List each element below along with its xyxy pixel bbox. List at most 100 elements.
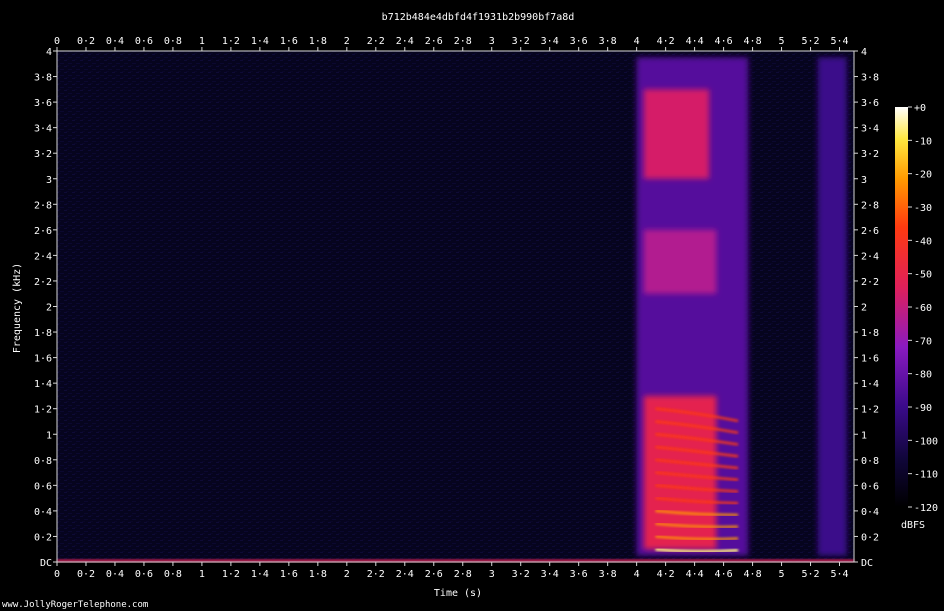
x-tick-label: 4·6 (715, 36, 733, 47)
x-tick-label: 2·6 (425, 36, 443, 47)
x-tick-label: 2·6 (425, 569, 443, 580)
x-tick-label: 4·6 (715, 569, 733, 580)
x-tick-label: 5·4 (830, 569, 848, 580)
y-axis-label: Frequency (kHz) (12, 263, 23, 353)
colorbar-tick-label: +0 (914, 103, 926, 114)
y-tick-label: 1 (46, 430, 52, 441)
x-tick-label: 2 (344, 569, 350, 580)
y-tick-label: 4 (46, 47, 52, 58)
y-tick-label: 0·4 (861, 507, 879, 518)
spectrogram-region (817, 57, 847, 556)
x-tick-label: 3 (489, 36, 495, 47)
y-tick-label: 3·2 (861, 149, 879, 160)
x-tick-label: 0 (54, 569, 60, 580)
chart-title: b712b484e4dbfd4f1931b2b990bf7a8d (382, 12, 575, 23)
y-tick-label: 2 (46, 303, 52, 314)
x-tick-label: 3·8 (599, 36, 617, 47)
x-axis-top: 0 0·2 0·4 0·6 0·8 1 1·2 1·4 1·6 1·8 2 2·2 2·4 2·6 2·8 3… (54, 36, 849, 51)
y-tick-label: 3 (46, 175, 52, 186)
y-tick-label: 3·8 (861, 73, 879, 84)
x-tick-label: 3·4 (541, 569, 559, 580)
x-tick-label: 3·2 (512, 569, 530, 580)
y-tick-label: 2 (861, 303, 867, 314)
x-tick-label: 3·2 (512, 36, 530, 47)
y-tick-label: 2·8 (34, 200, 52, 211)
x-tick-label: 1 (199, 36, 205, 47)
x-tick-label: 4·8 (744, 36, 762, 47)
spectrogram-region (643, 229, 717, 294)
x-tick-label: 2·2 (367, 569, 385, 580)
y-tick-label: 2·8 (861, 200, 879, 211)
colorbar-tick-label: -30 (914, 203, 932, 214)
colorbar-tick-label: -20 (914, 170, 932, 181)
x-tick-label: 3 (489, 569, 495, 580)
y-tick-label: 3·6 (861, 98, 879, 109)
x-tick-label: 5·4 (830, 36, 848, 47)
spectrogram-region (643, 89, 710, 179)
colorbar-tick-label: -100 (914, 436, 938, 447)
x-tick-label: 2·4 (396, 36, 414, 47)
x-tick-label: 3·4 (541, 36, 559, 47)
x-axis-bottom: 0 0·2 0·4 0·6 0·8 1 1·2 1·4 1·6 1·8 2 2·2 2·4 2·6 2·8 3… (54, 562, 849, 580)
x-tick-label: 4·2 (657, 569, 675, 580)
colorbar-tick-label: -50 (914, 270, 932, 281)
colorbar-tick-label: -40 (914, 236, 932, 247)
y-tick-label: 1·6 (34, 354, 52, 365)
x-tick-label: 0·4 (106, 569, 124, 580)
x-tick-label: 5·2 (801, 36, 819, 47)
x-tick-label: 4·2 (657, 36, 675, 47)
y-tick-label: 0·6 (34, 481, 52, 492)
x-tick-label: 1·2 (222, 569, 240, 580)
x-tick-label: 1·4 (251, 36, 269, 47)
x-tick-label: 4·4 (686, 569, 704, 580)
x-tick-label: 4·4 (686, 36, 704, 47)
colorbar (895, 107, 908, 507)
y-axis-right: DC 0·2 0·4 0·6 0·8 1 1·2 1·4 1·6 1·8 2 2·2 2·4 2·6 2·8… (854, 47, 879, 569)
x-tick-label: 0·6 (135, 569, 153, 580)
y-tick-label: 2·2 (34, 277, 52, 288)
x-tick-label: 0·4 (106, 36, 124, 47)
spectrogram-chart: b712b484e4dbfd4f1931b2b990bf7a8d 0 0·2 0·4… (2, 12, 938, 610)
x-tick-label: 1·8 (309, 36, 327, 47)
x-tick-label: 5 (779, 569, 785, 580)
x-tick-label: 2·2 (367, 36, 385, 47)
x-tick-label: 0·8 (164, 36, 182, 47)
x-tick-label: 4 (634, 569, 640, 580)
y-tick-label: 2·6 (861, 226, 879, 237)
colorbar-tick-label: -10 (914, 136, 932, 147)
y-tick-label: 1·4 (861, 379, 879, 390)
y-tick-label: 0·8 (861, 456, 879, 467)
x-tick-label: 3·6 (570, 569, 588, 580)
y-tick-label: 0·4 (34, 507, 52, 518)
colorbar-ticks: +0 -10 -20 -30 -40 -50 -60 -70 -80 -90 -100 -110 -12… (908, 103, 938, 514)
y-tick-label: 0·2 (861, 532, 879, 543)
colorbar-tick-label: -120 (914, 503, 938, 514)
y-tick-label: 3·4 (34, 124, 52, 135)
x-tick-label: 1·4 (251, 569, 269, 580)
x-tick-label: 4 (634, 36, 640, 47)
x-tick-label: 5 (779, 36, 785, 47)
x-tick-label: 2·8 (454, 569, 472, 580)
y-tick-label: 0·2 (34, 532, 52, 543)
y-tick-label: 2·4 (34, 251, 52, 262)
x-tick-label: 2·4 (396, 569, 414, 580)
x-tick-label: 4·8 (744, 569, 762, 580)
y-tick-label: 1·8 (34, 328, 52, 339)
y-tick-label: 1·2 (861, 405, 879, 416)
y-tick-label: 1 (861, 430, 867, 441)
x-tick-label: 0·2 (77, 569, 95, 580)
x-tick-label: 2 (344, 36, 350, 47)
colorbar-tick-label: -110 (914, 470, 938, 481)
y-tick-label: 3·8 (34, 73, 52, 84)
x-tick-label: 0 (54, 36, 60, 47)
colorbar-tick-label: -90 (914, 403, 932, 414)
y-tick-label: 3·2 (34, 149, 52, 160)
colorbar-tick-label: -80 (914, 370, 932, 381)
y-tick-label: DC (861, 558, 873, 569)
x-tick-label: 5·2 (801, 569, 819, 580)
y-tick-label: 0·6 (861, 481, 879, 492)
x-tick-label: 1 (199, 569, 205, 580)
watermark: www.JollyRogerTelephone.com (2, 600, 148, 610)
y-tick-label: 2·6 (34, 226, 52, 237)
x-tick-label: 3·6 (570, 36, 588, 47)
